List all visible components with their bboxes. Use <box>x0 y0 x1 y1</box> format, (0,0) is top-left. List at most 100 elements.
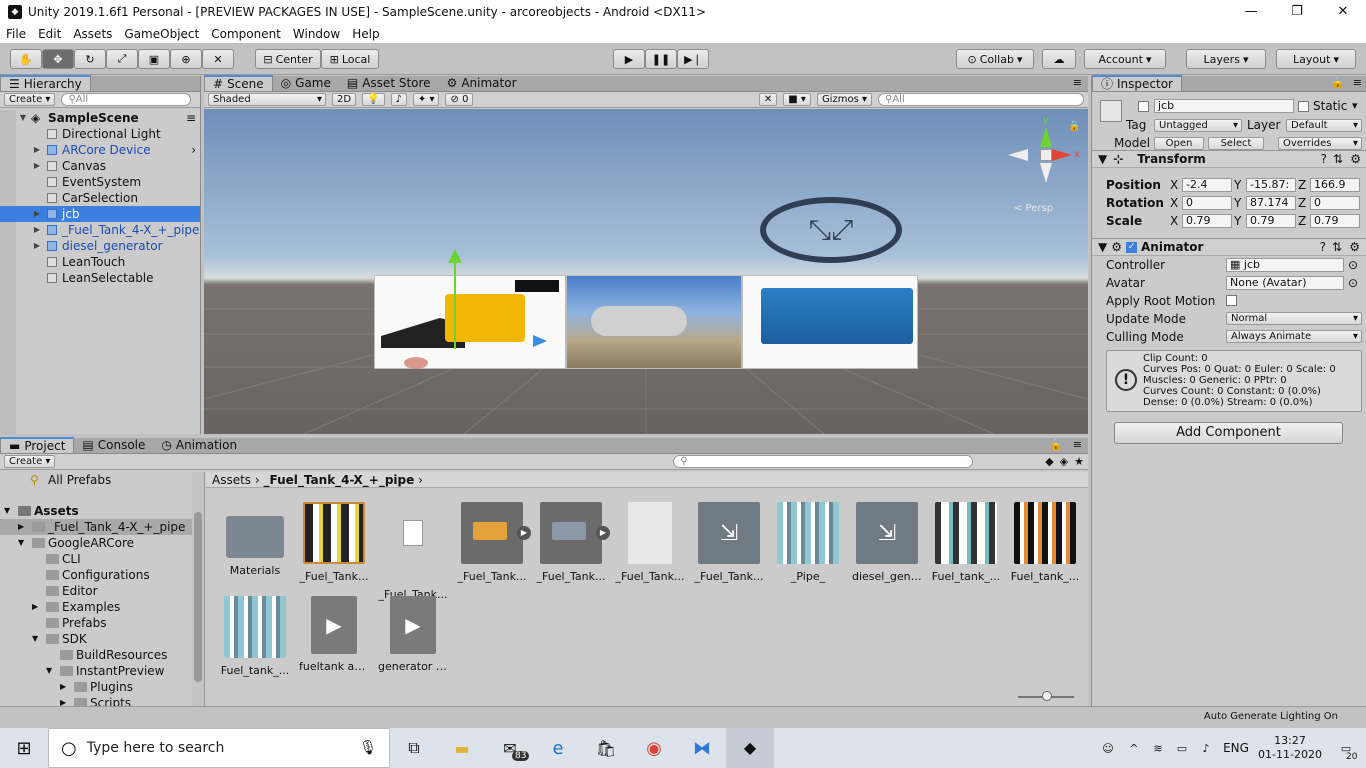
asset-item[interactable]: ⇲ _Fuel_Tank... <box>694 502 764 583</box>
asset-item[interactable]: Fuel_tank_... <box>220 596 290 677</box>
asset-item[interactable]: ▶ _Fuel_Tank... <box>457 502 531 583</box>
asset-item[interactable]: ▶ fueltank an... <box>299 596 369 673</box>
gizmo-y-cone-icon[interactable] <box>1040 127 1052 147</box>
expand-arrow-icon[interactable]: ▶ <box>32 599 38 615</box>
tray-chevron-icon[interactable]: ^ <box>1122 742 1146 755</box>
all-prefabs-item[interactable]: ⚲ All Prefabs <box>0 472 204 488</box>
hierarchy-item[interactable]: ▶ _Fuel_Tank_4-X_+_pipe <box>0 222 200 238</box>
store-icon[interactable]: 🛍 <box>582 739 630 758</box>
shading-dropdown[interactable]: Shaded ▾ <box>208 93 326 106</box>
move-gizmo-z-arrow-icon[interactable] <box>533 335 547 347</box>
move-gizmo-x-handle[interactable] <box>404 357 428 369</box>
microphone-icon[interactable]: 🎙 <box>359 740 377 756</box>
mail-icon[interactable]: ✉ 83 <box>486 739 534 761</box>
asset-item[interactable]: ⇲ diesel_gene... <box>852 502 922 583</box>
clock[interactable]: 13:27 01-11-2020 <box>1254 734 1326 762</box>
asset-item[interactable]: _Fuel_Tank... <box>378 502 448 601</box>
persp-label[interactable]: < Persp <box>1014 203 1053 214</box>
static-checkbox[interactable] <box>1298 101 1309 112</box>
language-indicator[interactable]: ENG <box>1218 741 1254 755</box>
hierarchy-item[interactable]: LeanTouch <box>0 254 200 270</box>
hierarchy-search-input[interactable]: ⚲All <box>61 93 192 106</box>
minimize-button[interactable]: — <box>1228 0 1274 24</box>
volume-icon[interactable]: ♪ <box>1194 742 1218 755</box>
transform-position-z-input[interactable]: 166.9 <box>1310 178 1360 192</box>
animator-header[interactable]: ▼ ⚙ ✓ Animator ? ⇅ ⚙ <box>1092 238 1366 256</box>
expand-arrow-icon[interactable]: ▶ <box>60 679 66 695</box>
project-tree-item[interactable]: ▼ Assets <box>0 503 204 519</box>
project-tree-item[interactable]: ▶ Scripts <box>0 695 204 706</box>
project-tree-item[interactable]: ▼ GoogleARCore <box>0 535 204 551</box>
project-tree-item[interactable]: Configurations <box>0 567 204 583</box>
fuel-tank-model-card[interactable] <box>566 275 742 369</box>
breadcrumb-assets[interactable]: Assets <box>212 473 251 487</box>
move-gizmo-y-arrow-icon[interactable] <box>448 249 462 263</box>
add-component-button[interactable]: Add Component <box>1114 422 1343 444</box>
gizmo-lock-icon[interactable]: 🔒 <box>1068 121 1080 132</box>
gear-icon[interactable]: ⚙ <box>1349 240 1360 254</box>
preset-icon[interactable]: ⇅ <box>1332 240 1342 254</box>
chevron-right-icon[interactable]: › <box>191 142 196 158</box>
hierarchy-create-dropdown[interactable]: Create ▾ <box>4 93 56 106</box>
effects-toggle-icon[interactable]: ✦ ▾ <box>412 93 440 106</box>
transform-rotation-z-input[interactable]: 0 <box>1310 196 1360 210</box>
project-tree-item[interactable]: CLI <box>0 551 204 567</box>
menu-file[interactable]: File <box>0 27 32 41</box>
space-local-button[interactable]: ⊞ Local <box>321 49 379 69</box>
notification-icon[interactable]: ▭ 20 <box>1326 742 1366 762</box>
scene-viewport[interactable]: ⤡⤢ y x 🔒 < Persp <box>204 109 1088 434</box>
hierarchy-item[interactable]: Directional Light <box>0 126 200 142</box>
scale-tool-icon[interactable]: ⤢ <box>106 49 138 69</box>
project-search-input[interactable]: ⚲ <box>673 455 974 468</box>
transform-tool-icon[interactable]: ⊕ <box>170 49 202 69</box>
close-button[interactable]: ✕ <box>1320 0 1366 24</box>
expand-arrow-icon[interactable]: ▶ <box>32 238 42 254</box>
asset-item[interactable]: Fuel_tank_... <box>1010 502 1080 583</box>
zoom-slider-thumb[interactable] <box>1042 691 1052 701</box>
layout-dropdown[interactable]: Layout ▾ <box>1276 49 1356 69</box>
tab-inspector[interactable]: ⓘ Inspector <box>1092 75 1182 91</box>
controller-field[interactable]: ▦ jcb <box>1226 258 1344 272</box>
panel-menu-icon[interactable]: ≡ <box>1349 75 1366 91</box>
hand-tool-icon[interactable]: ✋ <box>10 49 42 69</box>
hierarchy-item[interactable]: ▶ ARCore Device › <box>0 142 200 158</box>
asset-item[interactable]: Fuel_tank_... <box>931 502 1001 583</box>
tools-icon[interactable]: ✕ <box>758 93 778 106</box>
gizmo-neg-x-cone-icon[interactable] <box>1008 149 1028 161</box>
people-icon[interactable]: ☺ <box>1094 742 1122 755</box>
vscode-icon[interactable]: ⧓ <box>678 738 726 759</box>
project-tree-item[interactable]: BuildResources <box>0 647 204 663</box>
menu-component[interactable]: Component <box>205 27 287 41</box>
menu-help[interactable]: Help <box>346 27 385 41</box>
expand-arrow-icon[interactable]: ▶ <box>32 222 42 238</box>
project-tree-item[interactable]: ▶ Plugins <box>0 679 204 695</box>
camera-icon[interactable]: ■ ▾ <box>783 93 811 106</box>
asset-item[interactable]: ▶ _Fuel_Tank... <box>536 502 610 583</box>
project-tree-item[interactable]: ▼ SDK <box>0 631 204 647</box>
network-icon[interactable]: ≋ <box>1146 742 1170 755</box>
tree-scrollbar-thumb[interactable] <box>194 512 202 682</box>
expand-arrow-icon[interactable]: ▼ <box>32 631 38 647</box>
cloud-button[interactable]: ☁ <box>1042 49 1076 69</box>
apply-root-motion-checkbox[interactable] <box>1226 295 1237 306</box>
gear-icon[interactable]: ⚙ <box>1350 152 1361 166</box>
lock-icon[interactable]: 🔒 <box>1327 75 1349 91</box>
account-dropdown[interactable]: Account ▾ <box>1084 49 1166 69</box>
file-explorer-icon[interactable]: ▬ <box>438 739 486 758</box>
breadcrumb-folder[interactable]: _Fuel_Tank_4-X_+_pipe <box>264 473 415 487</box>
expand-arrow-icon[interactable]: ▶ <box>32 158 42 174</box>
toggle-2d-button[interactable]: 2D <box>332 93 357 106</box>
tab-project[interactable]: ▬ Project <box>0 437 75 453</box>
animator-enabled-checkbox[interactable]: ✓ <box>1126 241 1137 253</box>
hierarchy-item[interactable]: EventSystem <box>0 174 200 190</box>
transform-scale-x-input[interactable]: 0.79 <box>1182 214 1232 228</box>
gizmo-neg-y-cone-icon[interactable] <box>1040 163 1052 183</box>
lighting-toggle-icon[interactable]: 💡 <box>362 93 385 106</box>
layer-dropdown[interactable]: Default ▾ <box>1286 119 1362 132</box>
hidden-objects-toggle[interactable]: ⊘ 0 <box>445 93 474 106</box>
transform-header[interactable]: ▼ ⊹ Transform ? ⇅ ⚙ <box>1092 150 1366 168</box>
foldout-arrow-icon[interactable]: ▼ <box>1098 152 1107 166</box>
jcb-model-card[interactable] <box>374 275 566 369</box>
transform-scale-z-input[interactable]: 0.79 <box>1310 214 1360 228</box>
transform-rotation-y-input[interactable]: 87.174 <box>1246 196 1296 210</box>
